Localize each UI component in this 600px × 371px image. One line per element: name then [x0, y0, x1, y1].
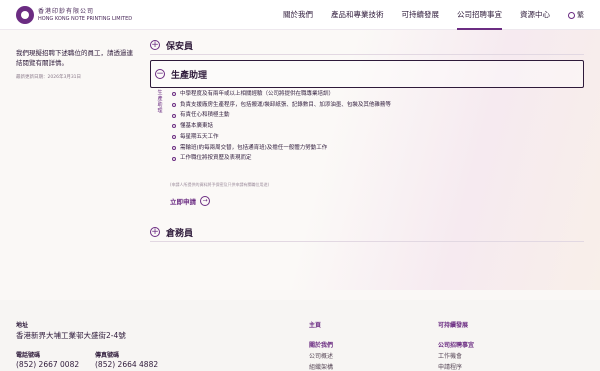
bullet-icon: [172, 92, 176, 97]
sidebar-intro-text: 我們現擬招聘下述職位的員工，請透過連結閱覽有關詳情。: [16, 49, 133, 67]
footer-link-overview[interactable]: 公司概述: [309, 351, 333, 360]
collapse-minus-icon: −: [155, 69, 165, 79]
nav-item-products[interactable]: 產品和專業技術: [331, 0, 384, 30]
accordion-title-production-assistant: 生產助理: [171, 70, 208, 81]
logo-english-name: HONG KONG NOTE PRINTING LIMITED: [38, 15, 133, 22]
expand-plus-icon: +: [150, 40, 160, 50]
accordion-title-security-guard: 保安員: [166, 41, 194, 52]
footer-link-about[interactable]: 關於我們: [309, 340, 333, 349]
site-footer: 地址 香港新界大埔工業邨大盛街2-4號 電話號碼 (852) 2667 0082…: [0, 300, 600, 371]
logo-mark-icon: [16, 6, 34, 24]
list-item: 有責任心和積極主動: [172, 110, 391, 121]
footer-link-home[interactable]: 主頁: [309, 320, 321, 329]
phone-label: 電話號碼: [16, 352, 41, 359]
apply-now-button[interactable]: 立即申請 →: [170, 196, 210, 206]
list-item: 中學程度及有兩年或以上相關經驗（公司將提供在職專業培訓）: [172, 89, 391, 100]
fax-value: (852) 2664 4882: [95, 360, 159, 369]
vertical-section-label: 生產助理: [157, 90, 163, 114]
main-nav: 關於我們 產品和專業技術 可持續發展 公司招聘事宜 資源中心 繁: [265, 0, 584, 30]
company-logo[interactable]: 香港印鈔有限公司 HONG KONG NOTE PRINTING LIMITED: [16, 6, 132, 24]
bullet-icon: [172, 156, 176, 161]
language-switcher[interactable]: 繁: [568, 10, 584, 20]
address-value: 香港新界大埔工業邨大盛街2-4號: [16, 331, 126, 340]
nav-item-about[interactable]: 關於我們: [283, 0, 313, 30]
last-updated-date: 最新更新日期：2026年3月31日: [16, 75, 82, 80]
bullet-icon: [172, 145, 176, 150]
footer-link-careers[interactable]: 公司招聘事宜: [438, 340, 474, 349]
nav-item-sustainability[interactable]: 可持續發展: [402, 0, 440, 30]
footer-link-sustainability[interactable]: 可持續發展: [438, 320, 468, 329]
list-item: 負責支援廠房生產程序，包括搬運/裝卸紙張、記錄數目、加添油墨、包裝及其他雜務等: [172, 100, 391, 111]
accordion-production-assistant[interactable]: − 生產助理: [150, 60, 584, 88]
apply-now-label: 立即申請: [170, 198, 196, 206]
bullet-icon: [172, 113, 176, 118]
footer-link-structure[interactable]: 組織架構: [309, 362, 333, 371]
address-label: 地址: [16, 322, 29, 329]
top-navigation-bar: 香港印鈔有限公司 HONG KONG NOTE PRINTING LIMITED…: [0, 0, 600, 30]
globe-icon: [568, 11, 575, 19]
bullet-icon: [172, 135, 176, 140]
fax-label: 傳真號碼: [95, 352, 120, 359]
careers-sidebar: 我們現擬招聘下述職位的員工，請透過連結閱覽有關詳情。 最新更新日期：2026年3…: [16, 48, 136, 80]
job-requirements-list: 中學程度及有兩年或以上相關經驗（公司將提供在職專業培訓） 負責支援廠房生產程序，…: [172, 89, 391, 164]
footer-link-procedure[interactable]: 申請程序: [438, 362, 462, 371]
logo-chinese-name: 香港印鈔有限公司: [38, 7, 95, 15]
language-label: 繁: [577, 11, 584, 19]
accordion-security-guard[interactable]: + 保安員: [150, 36, 584, 55]
expand-plus-icon: +: [150, 227, 160, 237]
list-item: 每星期五天工作: [172, 132, 391, 143]
list-item: 工作職位將按資歷及表現而定: [172, 153, 391, 164]
list-item: 需輪班(約每兩周交替，包括通宵班)及擔任一般體力勞動工作: [172, 143, 391, 154]
footer-link-jobs[interactable]: 工作機會: [438, 351, 462, 360]
list-item: 懂基本廣東話: [172, 121, 391, 132]
arrow-right-icon: →: [200, 196, 210, 206]
accordion-warehouse-clerk[interactable]: + 倉務員: [150, 223, 584, 242]
privacy-note: (申請人所提供的資料將予保密及只供申請有關職位用途): [170, 182, 270, 187]
nav-item-careers[interactable]: 公司招聘事宜: [457, 0, 502, 30]
bullet-icon: [172, 103, 176, 108]
nav-item-resources[interactable]: 資源中心: [520, 0, 550, 30]
bullet-icon: [172, 124, 176, 129]
phone-value: (852) 2667 0082: [16, 360, 80, 369]
accordion-title-warehouse-clerk: 倉務員: [166, 228, 194, 239]
